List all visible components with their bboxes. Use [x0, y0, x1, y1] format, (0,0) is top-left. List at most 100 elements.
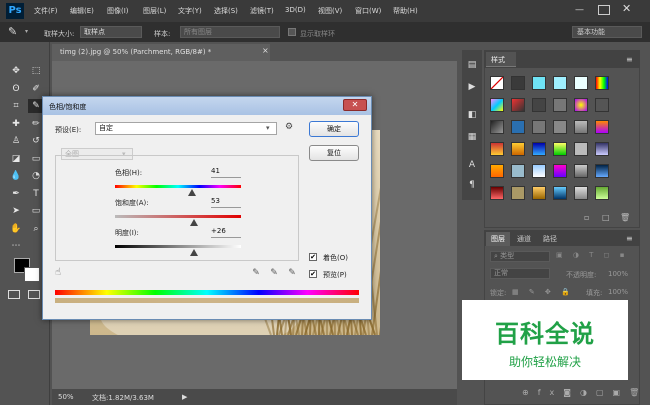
menu-item[interactable]: 图像(I) [107, 6, 129, 16]
styles-tab[interactable]: 样式 [486, 52, 516, 67]
eraser-tool-icon[interactable]: ◪ [8, 152, 24, 166]
style-swatch[interactable] [490, 98, 504, 112]
style-swatch[interactable] [574, 98, 588, 112]
target-adjust-hand-icon[interactable]: ☝ [55, 267, 61, 278]
style-swatch[interactable] [511, 98, 525, 112]
hue-value-input[interactable]: 41 [211, 167, 241, 178]
hue-slider-thumb[interactable] [187, 189, 196, 196]
style-swatch[interactable] [574, 120, 588, 134]
style-swatch[interactable] [511, 76, 525, 90]
style-swatch[interactable] [532, 98, 546, 112]
lightness-slider-track[interactable] [115, 245, 241, 248]
menu-item[interactable]: 滤镜(T) [250, 6, 274, 16]
style-swatch[interactable] [532, 186, 546, 200]
style-swatch[interactable] [595, 98, 609, 112]
style-swatch[interactable] [511, 164, 525, 178]
menu-item[interactable]: 3D(D) [285, 6, 306, 14]
crop-tool-icon[interactable]: ⌗ [8, 99, 24, 113]
menu-item[interactable]: 视图(V) [318, 6, 342, 16]
history-icon[interactable]: ▤ [466, 60, 478, 72]
window-maximize-button[interactable] [598, 5, 610, 15]
zoom-level[interactable]: 50% [58, 393, 74, 401]
saturation-slider-track[interactable] [115, 215, 241, 218]
style-swatch[interactable] [511, 120, 525, 134]
show-ring-checkbox[interactable] [288, 28, 296, 36]
adjustments-icon[interactable]: ◧ [466, 110, 478, 122]
reset-button[interactable]: 复位 [309, 145, 359, 161]
style-swatch[interactable] [553, 186, 567, 200]
layers-menu-icon[interactable]: ≡ [626, 234, 633, 243]
style-swatch[interactable] [595, 164, 609, 178]
style-swatch[interactable] [553, 120, 567, 134]
eyedropper-minus-icon[interactable]: ✎ [287, 268, 297, 278]
style-swatch[interactable] [553, 76, 567, 90]
quick-select-tool-icon[interactable]: ✐ [28, 82, 44, 96]
screen-mode-icon[interactable] [28, 290, 40, 299]
preview-checkbox[interactable]: ✔ [309, 270, 317, 278]
paragraph-icon[interactable]: ¶ [466, 180, 478, 192]
style-swatch[interactable] [574, 164, 588, 178]
eyedropper-icon[interactable]: ✎ [8, 25, 17, 38]
window-close-button[interactable]: ✕ [622, 2, 636, 16]
style-swatch[interactable] [490, 120, 504, 134]
workspace-dropdown[interactable]: 基本功能 [572, 26, 642, 38]
saturation-slider-thumb[interactable] [190, 219, 199, 226]
menu-item[interactable]: 文字(Y) [178, 6, 202, 16]
style-swatch[interactable] [595, 76, 609, 90]
style-swatch[interactable] [511, 142, 525, 156]
more-tools-icon[interactable]: ⋯ [8, 239, 24, 253]
style-swatch[interactable] [574, 186, 588, 200]
hand-tool-icon[interactable]: ✋ [8, 222, 24, 236]
style-swatch[interactable] [553, 164, 567, 178]
saturation-value-input[interactable]: 53 [211, 197, 241, 208]
document-close-icon[interactable]: × [262, 46, 269, 55]
menu-item[interactable]: 编辑(E) [70, 6, 94, 16]
style-swatch[interactable] [532, 142, 546, 156]
style-swatch[interactable] [553, 98, 567, 112]
lasso-tool-icon[interactable]: ʘ [8, 82, 24, 96]
healing-tool-icon[interactable]: ✚ [8, 117, 24, 131]
delete-style-icon[interactable]: 🗑 [620, 213, 630, 222]
style-swatch[interactable] [574, 142, 588, 156]
lightness-slider-thumb[interactable] [190, 249, 199, 256]
hue-slider-track[interactable] [115, 185, 241, 188]
style-swatch[interactable] [490, 164, 504, 178]
layer-filter-icons[interactable]: ▣ ◑ T ◻ ▪ [556, 251, 636, 262]
tab-channels[interactable]: 通道 [512, 232, 536, 246]
quick-mask-icon[interactable] [8, 290, 20, 299]
character-icon[interactable]: A [466, 160, 478, 172]
properties-icon[interactable]: ▦ [466, 132, 478, 144]
tab-layers[interactable]: 图层 [486, 232, 510, 246]
style-swatch[interactable] [490, 76, 504, 90]
move-tool-icon[interactable]: ✥ [8, 64, 24, 78]
style-swatch[interactable] [532, 164, 546, 178]
background-color-swatch[interactable] [24, 267, 40, 282]
tool-preset-chevron-icon[interactable]: ▾ [25, 28, 28, 35]
lock-icons[interactable]: ▦ ✎ ✥ 🔒 [512, 288, 574, 296]
style-swatch[interactable] [595, 120, 609, 134]
path-select-tool-icon[interactable]: ➤ [8, 204, 24, 218]
new-style-icon[interactable]: ▫ [584, 213, 589, 222]
marquee-tool-icon[interactable]: ⬚ [28, 64, 44, 78]
style-swatch[interactable] [553, 142, 567, 156]
layers-footer-icons[interactable]: ⊕fx◙◑▢▣🗑 [522, 388, 648, 397]
layer-filter-dropdown[interactable]: ⌕ 类型 [490, 251, 550, 262]
pen-tool-icon[interactable]: ✒ [8, 187, 24, 201]
blur-tool-icon[interactable]: 💧 [8, 169, 24, 183]
sample-size-dropdown[interactable]: 取样点 [80, 26, 142, 38]
status-arrow-icon[interactable]: ▶ [182, 393, 187, 401]
opacity-value[interactable]: 100% [608, 270, 628, 278]
style-swatch[interactable] [511, 186, 525, 200]
colorize-checkbox[interactable]: ✔ [309, 253, 317, 261]
menu-item[interactable]: 选择(S) [214, 6, 238, 16]
style-swatch[interactable] [595, 142, 609, 156]
menu-item[interactable]: 窗口(W) [355, 6, 381, 16]
stamp-tool-icon[interactable]: ♙ [8, 134, 24, 148]
style-swatch[interactable] [574, 76, 588, 90]
eyedropper-plus-icon[interactable]: ✎ [269, 268, 279, 278]
style-swatch[interactable] [532, 120, 546, 134]
style-swatch[interactable] [595, 186, 609, 200]
actions-icon[interactable]: ▶ [466, 82, 478, 94]
panel-menu-icon[interactable]: ≡ [626, 55, 633, 64]
preset-dropdown[interactable]: 自定 ▾ [95, 122, 277, 135]
